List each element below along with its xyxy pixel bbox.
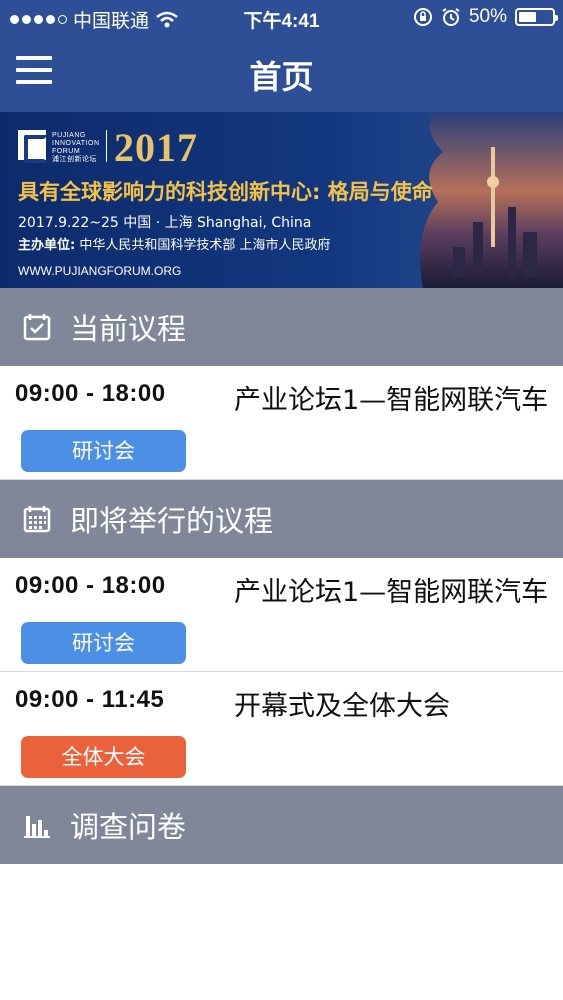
orientation-lock-icon	[413, 8, 432, 26]
forum-banner[interactable]: PUJIANG INNOVATION FORUM 浦江创新论坛 2017 具有全…	[0, 112, 563, 288]
battery-icon	[515, 8, 558, 26]
status-right: 50%	[413, 6, 558, 28]
logo-divider	[106, 130, 107, 162]
session-title: 产业论坛1—智能网联汽车	[234, 577, 549, 608]
banner-year: 2017	[114, 125, 198, 170]
banner-url: WWW.PUJIANGFORUM.ORG	[18, 264, 182, 278]
forum-logo-icon	[18, 130, 48, 163]
host-orgs: 中华人民共和国科学技术部 上海市人民政府	[79, 238, 331, 253]
section-title: 当前议程	[70, 312, 187, 346]
banner-heading: 具有全球影响力的科技创新中心: 格局与使命	[18, 180, 433, 204]
session-title: 产业论坛1—智能网联汽车	[234, 385, 549, 416]
page-title: 首页	[249, 58, 314, 96]
section-title: 调查问卷	[70, 810, 187, 844]
session-title: 开幕式及全体大会	[234, 691, 450, 722]
session-row[interactable]: 09:00 - 18:00 产业论坛1—智能网联汽车 研讨会	[0, 366, 563, 480]
calendar-grid-icon	[23, 506, 51, 533]
status-bar: 中国联通 下午4:41 50%	[0, 0, 563, 36]
host-label: 主办单位:	[18, 238, 76, 253]
section-title: 即将举行的议程	[70, 504, 274, 538]
alarm-icon	[442, 8, 460, 26]
banner-host: 主办单位: 中华人民共和国科学技术部 上海市人民政府	[18, 234, 330, 253]
session-type-badge: 研讨会	[21, 430, 186, 472]
bar-chart-icon	[24, 816, 50, 838]
session-type-badge: 研讨会	[21, 622, 186, 664]
session-time: 09:00 - 11:45	[15, 686, 165, 713]
session-row[interactable]: 09:00 - 11:45 开幕式及全体大会 全体大会	[0, 672, 563, 786]
session-row[interactable]: 09:00 - 18:00 产业论坛1—智能网联汽车 研讨会	[0, 558, 563, 672]
nav-bar: 首页	[0, 36, 563, 112]
city-skyline-image	[420, 112, 563, 288]
logo-text: PUJIANG INNOVATION FORUM 浦江创新论坛	[52, 132, 100, 163]
banner-date: 2017.9.22~25 中国 · 上海 Shanghai, China	[18, 215, 312, 231]
session-type-badge: 全体大会	[21, 736, 186, 778]
session-time: 09:00 - 18:00	[15, 380, 166, 407]
section-survey[interactable]: 调查问卷	[0, 786, 563, 864]
section-upcoming-agenda: 即将举行的议程	[0, 480, 563, 558]
battery-percent: 50%	[468, 6, 507, 27]
section-current-agenda: 当前议程	[0, 288, 563, 366]
calendar-check-icon	[23, 314, 51, 341]
session-time: 09:00 - 18:00	[15, 572, 166, 599]
